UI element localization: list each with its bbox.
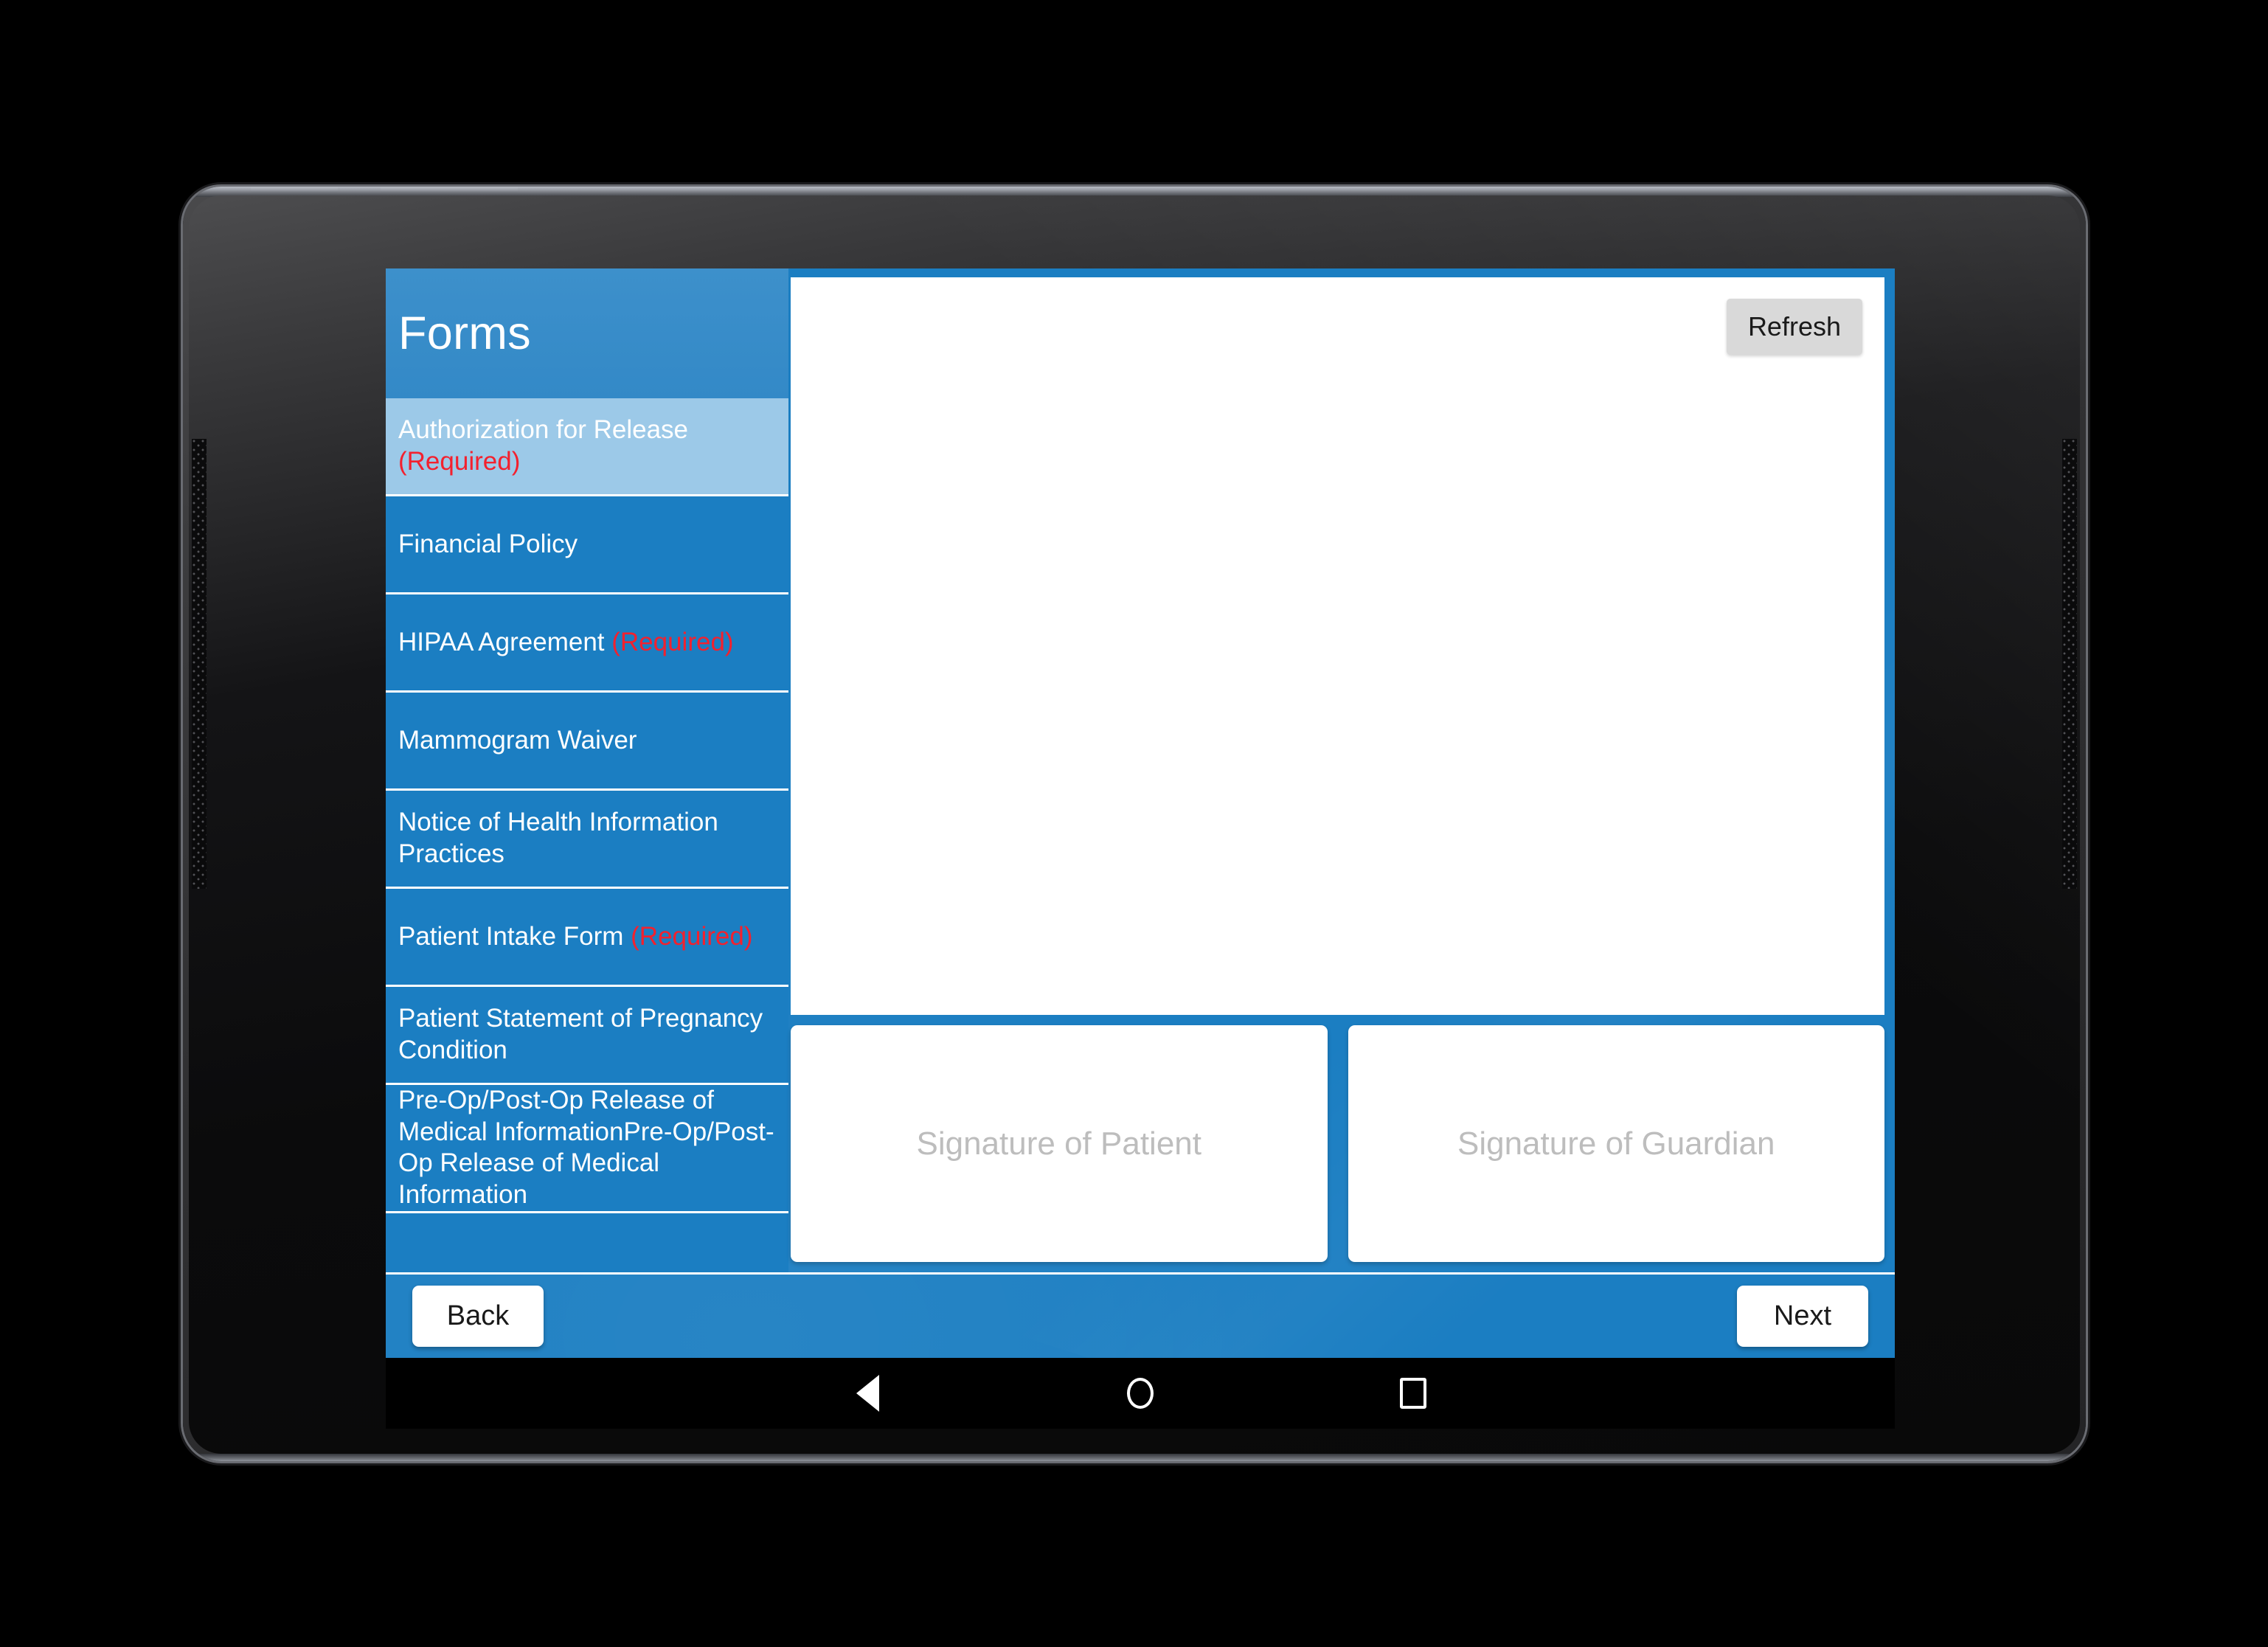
form-item-text: Pre-Op/Post-Op Release of Medical Inform… xyxy=(398,1086,774,1210)
required-badge: (Required) xyxy=(611,627,734,656)
sidebar-item-authorization-for-release[interactable]: Authorization for Release (Required) xyxy=(386,398,788,496)
device-screen-face: Forms Authorization for Release (Require… xyxy=(189,195,2080,1454)
sidebar-item-hipaa-agreement[interactable]: HIPAA Agreement (Required) xyxy=(386,594,788,693)
sidebar-item-patient-statement-of-pregnancy-condition[interactable]: Patient Statement of Pregnancy Condition xyxy=(386,987,788,1085)
tablet-device: Forms Authorization for Release (Require… xyxy=(183,187,2086,1461)
forms-list[interactable]: Authorization for Release (Required) Fin… xyxy=(386,398,788,1272)
form-item-text: Mammogram Waiver xyxy=(398,725,637,755)
form-item-label: Pre-Op/Post-Op Release of Medical Inform… xyxy=(398,1085,776,1211)
sidebar-item-pre-op-post-op-release-of-medical-information[interactable]: Pre-Op/Post-Op Release of Medical Inform… xyxy=(386,1085,788,1213)
speaker-grille-left xyxy=(192,439,207,889)
sidebar-item-notice-of-health-information-practices[interactable]: Notice of Health Information Practices xyxy=(386,791,788,889)
android-navigation-bar xyxy=(386,1358,1895,1429)
speaker-grille-right xyxy=(2062,439,2077,889)
signature-patient-placeholder: Signature of Patient xyxy=(916,1125,1201,1162)
content-column: Refresh Signature of Patient Signature o… xyxy=(788,268,1895,1272)
volume-button[interactable] xyxy=(381,187,518,193)
signature-guardian-placeholder: Signature of Guardian xyxy=(1457,1125,1775,1162)
recents-square-icon xyxy=(1400,1378,1426,1409)
forms-app-window: Forms Authorization for Release (Require… xyxy=(386,268,1895,1358)
sidebar-item-mammogram-waiver[interactable]: Mammogram Waiver xyxy=(386,693,788,791)
form-item-text: Patient Intake Form xyxy=(398,921,631,951)
page-title: Forms xyxy=(398,308,531,359)
sidebar-item-patient-intake-form[interactable]: Patient Intake Form (Required) xyxy=(386,889,788,987)
required-badge: (Required) xyxy=(398,447,521,476)
signature-guardian-pad[interactable]: Signature of Guardian xyxy=(1348,1025,1884,1262)
home-circle-icon xyxy=(1127,1378,1154,1409)
form-item-label: Financial Policy xyxy=(398,529,578,561)
signature-patient-pad[interactable]: Signature of Patient xyxy=(791,1025,1328,1262)
sidebar-header: Forms xyxy=(386,268,788,398)
form-item-text: HIPAA Agreement xyxy=(398,627,612,656)
sidebar-item-financial-policy[interactable]: Financial Policy xyxy=(386,496,788,594)
android-recents-button[interactable] xyxy=(1394,1374,1432,1412)
refresh-button[interactable]: Refresh xyxy=(1726,299,1862,355)
form-item-label: Notice of Health Information Practices xyxy=(398,807,776,870)
document-viewer-pane[interactable]: Refresh xyxy=(791,277,1884,1015)
form-item-label: Patient Intake Form (Required) xyxy=(398,921,753,953)
back-button[interactable]: Back xyxy=(412,1286,544,1347)
form-item-text: Authorization for Release xyxy=(398,415,688,445)
android-home-button[interactable] xyxy=(1121,1374,1159,1412)
power-button[interactable] xyxy=(251,187,338,193)
android-back-button[interactable] xyxy=(848,1374,887,1412)
signature-row: Signature of Patient Signature of Guardi… xyxy=(791,1015,1884,1272)
app-body: Forms Authorization for Release (Require… xyxy=(386,268,1895,1272)
form-item-text: Financial Policy xyxy=(398,529,578,558)
form-item-label: Patient Statement of Pregnancy Condition xyxy=(398,1003,776,1066)
form-item-label: HIPAA Agreement (Required) xyxy=(398,627,734,659)
device-bottom-rim xyxy=(183,1454,2086,1461)
back-triangle-icon xyxy=(856,1375,879,1412)
form-item-text: Patient Statement of Pregnancy Condition xyxy=(398,1004,763,1064)
form-item-label: Mammogram Waiver xyxy=(398,725,637,757)
form-item-label: Authorization for Release (Required) xyxy=(398,415,776,477)
app-footer: Back Next xyxy=(386,1272,1895,1358)
required-badge: (Required) xyxy=(631,921,753,951)
form-item-text: Notice of Health Information Practices xyxy=(398,808,718,868)
forms-sidebar: Forms Authorization for Release (Require… xyxy=(386,268,788,1272)
next-button[interactable]: Next xyxy=(1737,1286,1868,1347)
